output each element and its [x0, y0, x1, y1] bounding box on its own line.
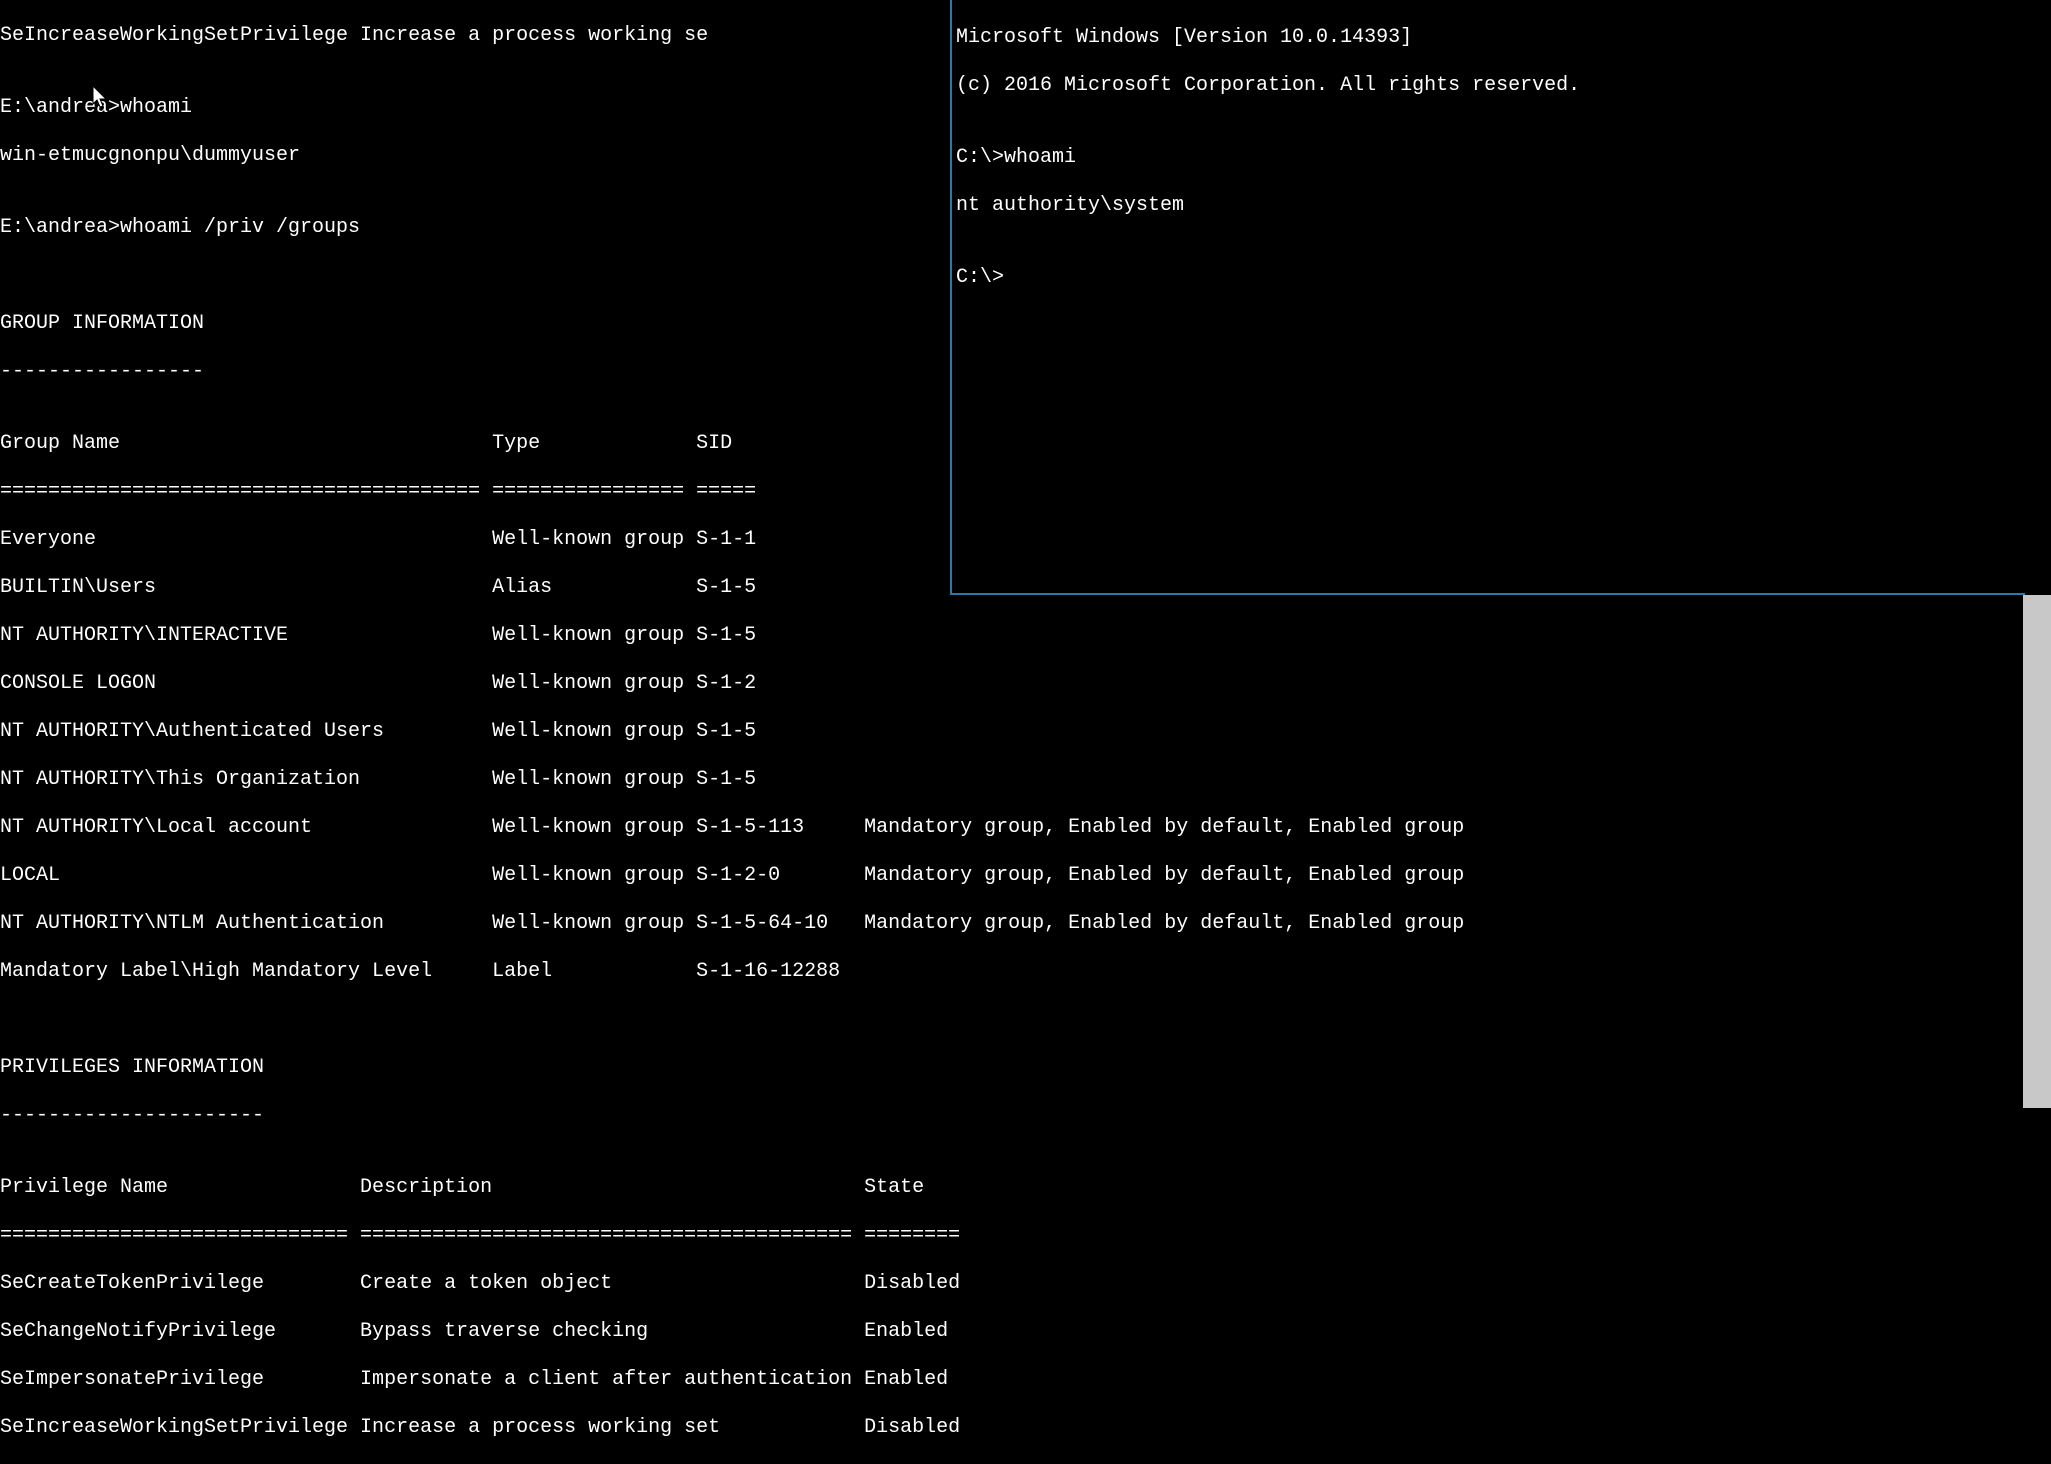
table-divider: ============================= ==========… — [0, 1224, 2051, 1248]
cmd-output: nt authority\system — [956, 194, 2021, 218]
table-row: LOCAL Well-known group S-1-2-0 Mandatory… — [0, 864, 2051, 888]
cmd-prompt: C:\>whoami — [956, 146, 2021, 170]
table-row: SeCreateTokenPrivilege Create a token ob… — [0, 1272, 2051, 1296]
table-row: NT AUTHORITY\NTLM Authentication Well-kn… — [0, 912, 2051, 936]
table-row: SeChangeNotifyPrivilege Bypass traverse … — [0, 1320, 2051, 1344]
table-row: NT AUTHORITY\Authenticated Users Well-kn… — [0, 720, 2051, 744]
table-row: NT AUTHORITY\This Organization Well-know… — [0, 768, 2051, 792]
banner-line: Microsoft Windows [Version 10.0.14393] — [956, 26, 2021, 50]
section-header: PRIVILEGES INFORMATION — [0, 1056, 2051, 1080]
table-row: NT AUTHORITY\INTERACTIVE Well-known grou… — [0, 624, 2051, 648]
table-row: Mandatory Label\High Mandatory Level Lab… — [0, 960, 2051, 984]
table-header: Privilege Name Description State — [0, 1176, 2051, 1200]
right-cmd-terminal[interactable]: Microsoft Windows [Version 10.0.14393] (… — [950, 0, 2025, 595]
table-row: NT AUTHORITY\Local account Well-known gr… — [0, 816, 2051, 840]
table-row: SeIncreaseWorkingSetPrivilege Increase a… — [0, 1416, 2051, 1440]
table-row: CONSOLE LOGON Well-known group S-1-2 — [0, 672, 2051, 696]
table-row: SeImpersonatePrivilege Impersonate a cli… — [0, 1368, 2051, 1392]
banner-line: (c) 2016 Microsoft Corporation. All righ… — [956, 74, 2021, 98]
vertical-scrollbar[interactable] — [2023, 595, 2051, 1108]
cmd-prompt: C:\> — [956, 266, 2021, 290]
